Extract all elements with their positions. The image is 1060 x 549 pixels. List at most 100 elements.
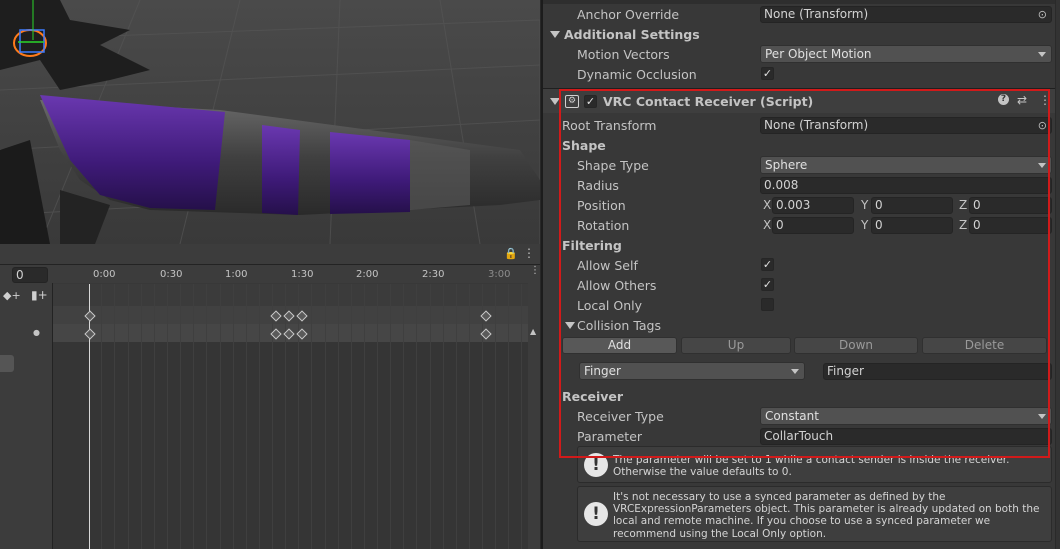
tick-label: 0:30: [160, 269, 183, 280]
receiver-type-dropdown[interactable]: Constant: [760, 407, 1052, 425]
frame-field[interactable]: 0: [12, 267, 48, 283]
anchor-override-label: Anchor Override: [577, 7, 680, 22]
axis-z-label[interactable]: Z: [959, 218, 967, 232]
help-icon[interactable]: ?: [998, 94, 1009, 105]
shape-type-label: Shape Type: [577, 158, 649, 173]
tick-label: 2:30: [422, 269, 445, 280]
axis-y-label[interactable]: Y: [861, 198, 868, 212]
more-options-icon[interactable]: ⋮: [530, 265, 540, 276]
rotation-y-field[interactable]: 0: [871, 217, 953, 234]
warning-info-icon: !: [584, 453, 608, 477]
dopesheet-grid[interactable]: [53, 284, 528, 549]
collision-tags-label[interactable]: Collision Tags: [577, 318, 661, 333]
rotation-label: Rotation: [577, 218, 630, 233]
lock-icon[interactable]: 🔒: [504, 247, 518, 260]
receiver-header: Receiver: [562, 389, 624, 404]
anchor-override-value: None (Transform): [764, 7, 869, 21]
motion-vectors-label: Motion Vectors: [577, 47, 670, 62]
motion-vectors-dropdown[interactable]: Per Object Motion: [760, 45, 1052, 63]
shape-type-value: Sphere: [765, 158, 808, 172]
help-box-parameter: ! The parameter will be set to 1 while a…: [577, 446, 1052, 483]
radius-label: Radius: [577, 178, 619, 193]
timeline-ruler[interactable]: 0:00 0:30 1:00 1:30 2:00 2:30 3:00: [52, 265, 528, 283]
shape-header: Shape: [562, 138, 606, 153]
anchor-override-field[interactable]: None (Transform) ⊙: [760, 6, 1052, 23]
help-box-sync: ! It's not necessary to use a synced par…: [577, 486, 1052, 542]
allow-others-checkbox[interactable]: ✓: [761, 278, 774, 291]
foldout-arrow-icon[interactable]: [565, 322, 575, 329]
tick-label: 1:00: [225, 269, 248, 280]
allow-self-checkbox[interactable]: ✓: [761, 258, 774, 271]
add-keyframe-icon[interactable]: ◆+: [3, 289, 21, 302]
axis-y-label[interactable]: Y: [861, 218, 868, 232]
position-x-field[interactable]: 0.003: [772, 197, 854, 214]
highlight-box: [559, 89, 1050, 458]
dynamic-occlusion-checkbox[interactable]: ✓: [761, 67, 774, 80]
chevron-down-icon: [1038, 163, 1046, 168]
animation-timeline: 🔒 ⋮ 0 ◆+ ▮+ ● 0:00 0:30 1:00 1:30 2:00 2…: [0, 244, 540, 549]
tag-type-value: Finger: [584, 364, 621, 378]
inspector-panel: Anchor Override None (Transform) ⊙ Addit…: [541, 0, 1060, 549]
delete-tag-button[interactable]: Delete: [922, 337, 1047, 354]
parameter-label: Parameter: [577, 429, 643, 444]
tick-label: 0:00: [93, 269, 116, 280]
dynamic-occlusion-label: Dynamic Occlusion: [577, 67, 697, 82]
timeline-left-panel: 0 ◆+ ▮+ ●: [0, 265, 53, 549]
side-button[interactable]: [0, 355, 14, 372]
timeline-scrollbar[interactable]: ⋮ ▲: [528, 265, 540, 549]
allow-others-label: Allow Others: [577, 278, 657, 293]
down-tag-button[interactable]: Down: [794, 337, 918, 354]
chevron-down-icon: [1038, 52, 1046, 57]
playhead[interactable]: [89, 284, 90, 549]
foldout-arrow-icon[interactable]: [550, 98, 560, 105]
object-picker-icon[interactable]: ⊙: [1038, 118, 1047, 133]
chevron-down-icon: [791, 369, 799, 374]
additional-settings-header[interactable]: Additional Settings: [564, 27, 700, 42]
tick-label: 2:00: [356, 269, 379, 280]
tick-label: 3:00: [488, 269, 511, 280]
local-only-checkbox[interactable]: [761, 298, 774, 311]
help-text: It's not necessary to use a synced param…: [613, 491, 1040, 540]
axis-x-label[interactable]: X: [763, 198, 771, 212]
receiver-type-label: Receiver Type: [577, 409, 664, 424]
radius-field[interactable]: 0.008: [760, 177, 1052, 194]
shape-type-dropdown[interactable]: Sphere: [760, 156, 1052, 174]
scene-viewport[interactable]: [0, 0, 540, 244]
root-transform-label: Root Transform: [562, 118, 657, 133]
help-text: The parameter will be set to 1 while a c…: [613, 454, 1010, 479]
motion-vectors-value: Per Object Motion: [765, 47, 872, 61]
object-picker-icon[interactable]: ⊙: [1038, 7, 1047, 22]
allow-self-label: Allow Self: [577, 258, 638, 273]
tag-value-field[interactable]: Finger: [823, 363, 1052, 380]
position-label: Position: [577, 198, 626, 213]
more-options-icon[interactable]: ⋮: [1039, 93, 1051, 107]
component-title: VRC Contact Receiver (Script): [603, 94, 814, 109]
warning-info-icon: !: [584, 502, 608, 526]
root-transform-field[interactable]: None (Transform) ⊙: [760, 117, 1052, 134]
local-only-label: Local Only: [577, 298, 643, 313]
tag-type-dropdown[interactable]: Finger: [579, 362, 805, 380]
more-options-icon[interactable]: ⋮: [523, 246, 535, 260]
root-transform-value: None (Transform): [764, 118, 869, 132]
axis-z-label[interactable]: Z: [959, 198, 967, 212]
rotation-z-field[interactable]: 0: [969, 217, 1052, 234]
up-tag-button[interactable]: Up: [681, 337, 791, 354]
script-icon: ⚙: [565, 95, 579, 108]
chevron-down-icon: [1038, 414, 1046, 419]
scroll-up-icon[interactable]: ▲: [530, 327, 536, 336]
add-tag-button[interactable]: Add: [562, 337, 677, 354]
presets-icon[interactable]: ⇄: [1017, 93, 1027, 107]
rotation-x-field[interactable]: 0: [772, 217, 854, 234]
component-enabled-checkbox[interactable]: ✓: [584, 95, 597, 108]
foldout-arrow-icon[interactable]: [550, 31, 560, 38]
axis-x-label[interactable]: X: [763, 218, 771, 232]
tick-label: 1:30: [291, 269, 314, 280]
scene-view[interactable]: [0, 0, 540, 244]
timeline-toolbar: 🔒 ⋮: [0, 244, 540, 265]
key-dot-icon[interactable]: ●: [33, 328, 40, 337]
parameter-field[interactable]: CollarTouch: [760, 428, 1052, 445]
position-y-field[interactable]: 0: [871, 197, 953, 214]
add-event-icon[interactable]: ▮+: [31, 288, 48, 302]
position-z-field[interactable]: 0: [969, 197, 1052, 214]
receiver-type-value: Constant: [765, 409, 819, 423]
